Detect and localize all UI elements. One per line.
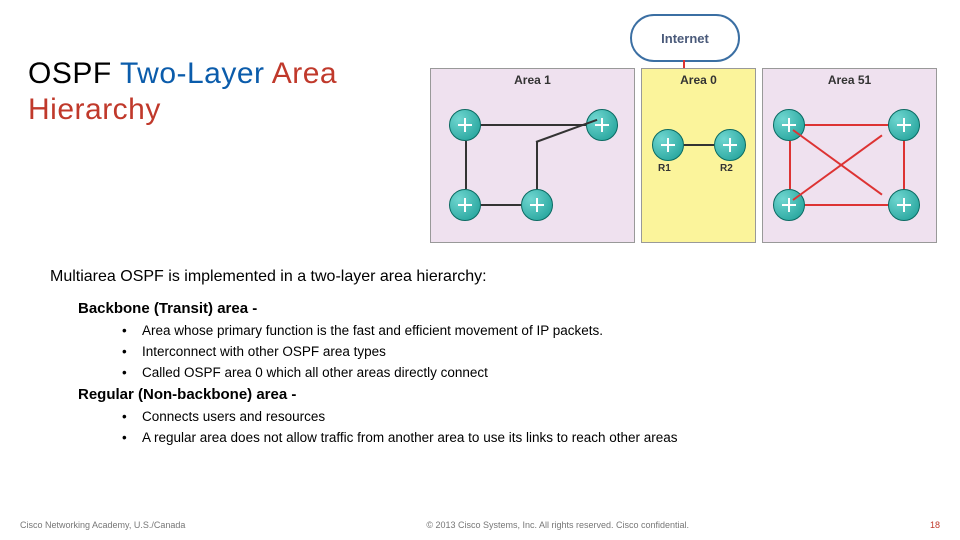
page-number: 18 — [930, 520, 940, 530]
router-icon — [521, 189, 553, 221]
area-0-label: Area 0 — [680, 73, 717, 87]
router-icon — [586, 109, 618, 141]
title-block: OSPF Two-Layer Area Hierarchy — [28, 56, 398, 128]
footer-center: © 2013 Cisco Systems, Inc. All rights re… — [426, 520, 689, 530]
router-r1-icon — [652, 129, 684, 161]
serial-link-icon — [903, 141, 905, 189]
ethernet-link-icon — [481, 204, 521, 206]
network-diagram: Internet Area 1 Area 0 R1 R2 — [430, 10, 940, 245]
page-title: OSPF Two-Layer Area Hierarchy — [28, 56, 398, 128]
router-icon — [888, 109, 920, 141]
serial-link-icon — [805, 204, 888, 206]
area-0-box: Area 0 R1 R2 — [641, 68, 756, 243]
areas-row: Area 1 Area 0 R1 R2 Area 51 — [430, 68, 940, 243]
router-r1-label: R1 — [658, 163, 671, 174]
internet-cloud-icon: Internet — [630, 14, 740, 62]
ethernet-link-icon — [465, 141, 467, 189]
backbone-list: Area whose primary function is the fast … — [122, 323, 920, 380]
serial-link-icon — [792, 129, 882, 195]
router-r2-label: R2 — [720, 163, 733, 174]
footer: Cisco Networking Academy, U.S./Canada © … — [0, 520, 960, 530]
router-icon — [449, 189, 481, 221]
intro-text: Multiarea OSPF is implemented in a two-l… — [50, 268, 920, 286]
backbone-heading: Backbone (Transit) area - — [78, 300, 920, 317]
area-51-label: Area 51 — [828, 73, 871, 87]
area-51-box: Area 51 — [762, 68, 937, 243]
title-part2 — [265, 57, 272, 90]
regular-heading: Regular (Non-backbone) area - — [78, 386, 920, 403]
regular-list: Connects users and resources A regular a… — [122, 409, 920, 445]
list-item: Interconnect with other OSPF area types — [122, 344, 920, 359]
body-content: Multiarea OSPF is implemented in a two-l… — [50, 268, 920, 451]
list-item: Connects users and resources — [122, 409, 920, 424]
router-r2-icon — [714, 129, 746, 161]
cloud-label: Internet — [661, 31, 709, 46]
serial-link-icon — [805, 124, 888, 126]
ethernet-link-icon — [536, 141, 538, 189]
area-1-box: Area 1 — [430, 68, 635, 243]
footer-left: Cisco Networking Academy, U.S./Canada — [20, 520, 185, 530]
title-part1: OSPF — [28, 57, 120, 90]
list-item: Area whose primary function is the fast … — [122, 323, 920, 338]
list-item: Called OSPF area 0 which all other areas… — [122, 365, 920, 380]
slide: OSPF Two-Layer Area Hierarchy Internet A… — [0, 0, 960, 540]
router-icon — [449, 109, 481, 141]
serial-link-icon — [792, 135, 882, 201]
list-item: A regular area does not allow traffic fr… — [122, 430, 920, 445]
ethernet-link-icon — [684, 144, 714, 146]
serial-link-icon — [789, 141, 791, 189]
ethernet-link-icon — [481, 124, 586, 126]
router-icon — [888, 189, 920, 221]
title-part-blue: Two-Layer — [120, 57, 265, 90]
area-1-label: Area 1 — [514, 73, 551, 87]
